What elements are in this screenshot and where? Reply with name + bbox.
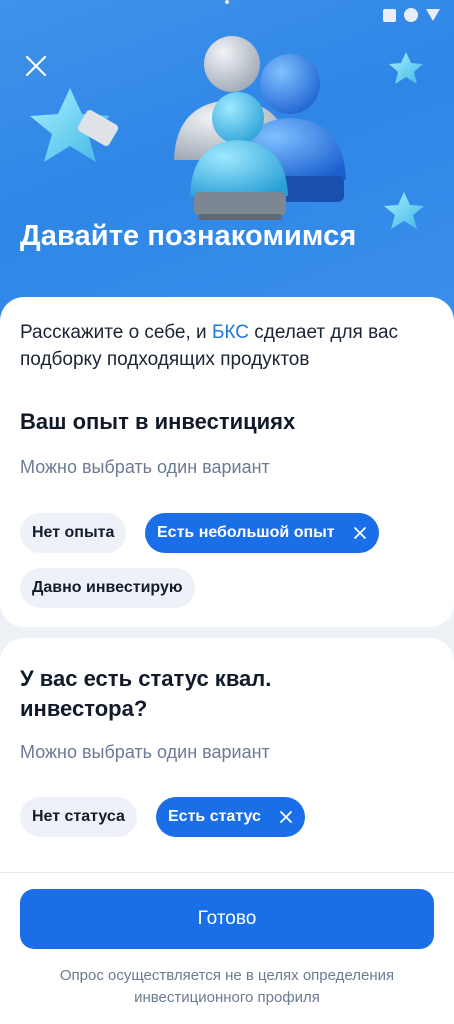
brand-link[interactable]: БКС: [212, 322, 249, 343]
chip-label: Нет опыта: [32, 524, 115, 541]
chip-has-status[interactable]: Есть статус: [156, 797, 305, 837]
chip-label: Давно инвестирую: [32, 579, 183, 596]
chip-remove-icon[interactable]: [279, 810, 293, 824]
question-title-qualification: У вас есть статус квал. инвестора?: [20, 666, 272, 721]
bottom-panel: Готово Опрос осуществляется не в целях о…: [0, 872, 454, 1024]
chip-no-experience[interactable]: Нет опыта: [20, 513, 127, 553]
star-illustration: [384, 192, 424, 229]
qualification-card: У вас есть статус квал. инвестора? Можно…: [0, 638, 454, 878]
star-illustration: [389, 52, 423, 84]
chip-remove-icon[interactable]: [353, 526, 367, 540]
chip-label: Есть небольшой опыт: [157, 524, 335, 541]
page-title: Давайте познакомимся: [20, 220, 357, 252]
chip-long-experience[interactable]: Давно инвестирую: [20, 568, 195, 608]
chip-small-experience[interactable]: Есть небольшой опыт: [145, 513, 379, 553]
experience-card: Расскажите о себе, и БКС сделает для вас…: [0, 297, 454, 627]
close-icon: [25, 55, 47, 77]
intro-text: Расскажите о себе, и БКС сделает для вас…: [20, 319, 430, 373]
hero-illustration: [30, 36, 424, 229]
chip-label: Есть статус: [168, 808, 261, 825]
star-illustration: [30, 88, 119, 162]
people-illustration: [174, 36, 346, 220]
disclaimer-text: Опрос осуществляется не в целях определе…: [59, 967, 395, 1006]
question-title-experience: Ваш опыт в инвестициях: [20, 409, 296, 434]
chip-no-status[interactable]: Нет статуса: [20, 797, 137, 837]
question-hint-experience: Можно выбрать один вариант: [20, 457, 270, 477]
hero-banner: Давайте познакомимся: [0, 0, 454, 330]
close-button[interactable]: [20, 50, 52, 82]
question-hint-qualification: Можно выбрать один вариант: [20, 742, 270, 762]
chip-label: Нет статуса: [32, 808, 125, 825]
done-button[interactable]: Готово: [20, 889, 434, 949]
intro-prefix: Расскажите о себе, и: [20, 322, 212, 343]
